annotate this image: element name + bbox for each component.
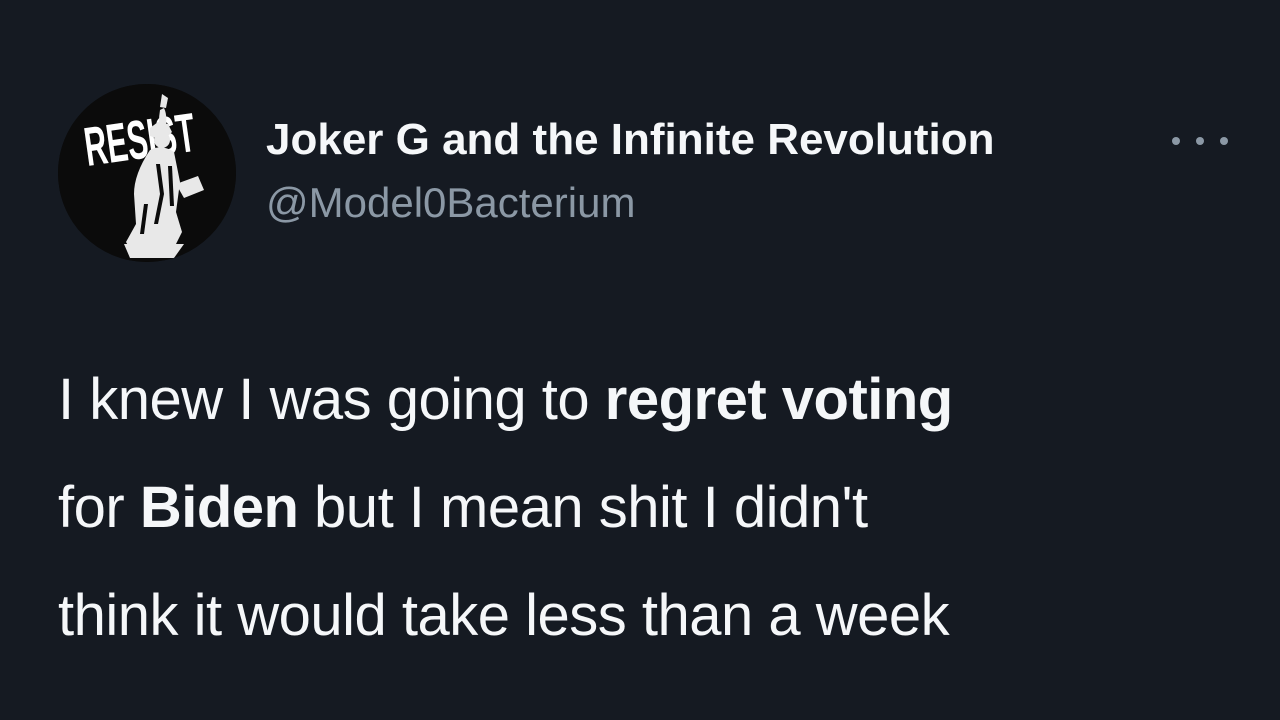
tweet-text-line: for Biden but I mean shit I didn't bbox=[58, 454, 1238, 562]
tweet-text-segment: but I mean shit I didn't bbox=[298, 475, 868, 540]
avatar[interactable]: RESIST bbox=[58, 84, 236, 262]
author-display-name[interactable]: Joker G and the Infinite Revolution bbox=[266, 114, 995, 166]
more-horizontal-icon bbox=[1172, 137, 1180, 145]
tweet-card: RESIST Joker G and the Infinite Revoluti… bbox=[0, 0, 1280, 720]
more-options-button[interactable] bbox=[1172, 128, 1228, 154]
tweet-text-line: think it would take less than a week bbox=[58, 562, 1238, 670]
author-handle[interactable]: @Model0Bacterium bbox=[266, 178, 995, 228]
author-names: Joker G and the Infinite Revolution @Mod… bbox=[266, 114, 995, 228]
more-horizontal-icon bbox=[1220, 137, 1228, 145]
tweet-text-segment: I knew I was going to bbox=[58, 367, 605, 432]
tweet-header: RESIST Joker G and the Infinite Revoluti… bbox=[58, 84, 1228, 264]
tweet-text-segment: think it would take less than a week bbox=[58, 583, 950, 648]
statue-of-liberty-icon: RESIST bbox=[58, 84, 236, 262]
tweet-text-line: I knew I was going to regret voting bbox=[58, 346, 1238, 454]
more-horizontal-icon bbox=[1196, 137, 1204, 145]
tweet-text-segment: for bbox=[58, 475, 140, 540]
tweet-text: I knew I was going to regret voting for … bbox=[58, 346, 1238, 670]
tweet-text-bold-segment: Biden bbox=[139, 475, 299, 540]
tweet-text-bold-segment: regret voting bbox=[604, 367, 954, 432]
